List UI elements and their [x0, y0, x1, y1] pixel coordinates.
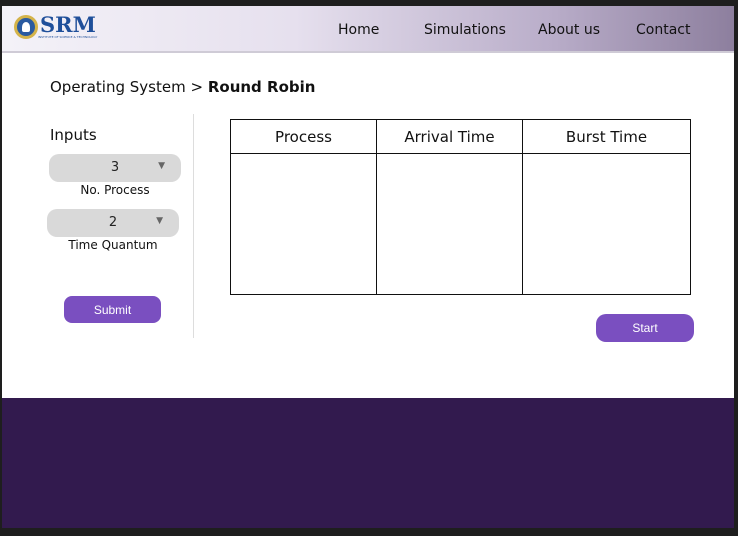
nav-simulations[interactable]: Simulations — [424, 22, 506, 38]
header-arrival-time: Arrival Time — [376, 119, 523, 154]
nav-home[interactable]: Home — [338, 22, 379, 38]
divider — [193, 114, 194, 338]
nav-about-us[interactable]: About us — [538, 22, 600, 38]
logo-text: SRM — [40, 12, 96, 37]
time-quantum-select[interactable]: 2 ▼ — [47, 209, 179, 237]
srm-logo[interactable]: SRM INSTITUTE OF SCIENCE & TECHNOLOGY — [14, 12, 98, 39]
header-burst-time: Burst Time — [522, 119, 691, 154]
caret-down-icon: ▼ — [158, 161, 165, 171]
process-count-label: No. Process — [80, 183, 150, 197]
time-quantum-label: Time Quantum — [68, 238, 158, 252]
header: SRM INSTITUTE OF SCIENCE & TECHNOLOGY Ho… — [2, 6, 734, 53]
caret-down-icon: ▼ — [156, 216, 163, 226]
process-count-select[interactable]: 3 ▼ — [49, 154, 181, 182]
header-process: Process — [230, 119, 377, 154]
cell-process[interactable] — [230, 153, 377, 295]
page: SRM INSTITUTE OF SCIENCE & TECHNOLOGY Ho… — [2, 6, 734, 528]
logo-subtext: INSTITUTE OF SCIENCE & TECHNOLOGY — [38, 35, 98, 39]
table-row — [230, 153, 691, 295]
breadcrumb: Operating System > Round Robin — [50, 78, 315, 96]
table-header-row: Process Arrival Time Burst Time — [230, 119, 691, 154]
process-table: Process Arrival Time Burst Time — [230, 119, 691, 295]
inputs-title: Inputs — [50, 126, 97, 144]
cell-arrival-time[interactable] — [376, 153, 523, 295]
breadcrumb-parent[interactable]: Operating System — [50, 78, 186, 96]
breadcrumb-current: Round Robin — [207, 78, 316, 96]
submit-button[interactable]: Submit — [64, 296, 161, 323]
start-button[interactable]: Start — [596, 314, 694, 342]
footer — [2, 398, 734, 528]
breadcrumb-separator: > — [190, 78, 204, 96]
nav-contact[interactable]: Contact — [636, 22, 690, 38]
srm-seal-icon — [14, 15, 38, 39]
cell-burst-time[interactable] — [522, 153, 691, 295]
